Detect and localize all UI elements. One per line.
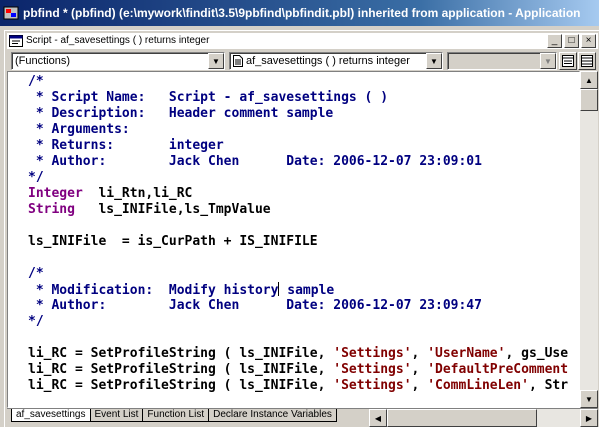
code-token: , bbox=[411, 378, 428, 393]
scroll-left-button[interactable]: ◀ bbox=[369, 409, 387, 427]
single-pane-view-button[interactable] bbox=[559, 52, 577, 70]
split-pane-view-button[interactable] bbox=[578, 52, 596, 70]
code-line: Integer li_Rtn,li_RC bbox=[28, 186, 568, 202]
tab-af-savesettings[interactable]: af_savesettings bbox=[11, 409, 91, 422]
code-token: 'UserName' bbox=[427, 346, 506, 361]
code-token: , gs_Use bbox=[505, 346, 569, 361]
chevron-down-icon[interactable]: ▼ bbox=[208, 53, 224, 69]
code-token: , bbox=[411, 346, 428, 361]
code-line: * Author: Jack Chen Date: 2006-12-07 23:… bbox=[28, 154, 568, 170]
third-dropdown[interactable]: ▼ bbox=[447, 52, 557, 70]
maximize-icon: □ bbox=[568, 34, 575, 46]
arrow-up-icon: ▲ bbox=[585, 75, 593, 85]
minimize-icon: _ bbox=[551, 34, 558, 46]
single-pane-icon bbox=[562, 55, 574, 67]
code-token: li_RC = SetProfileString ( ls_INIFile, bbox=[28, 362, 334, 377]
object-dropdown[interactable]: (Functions) ▼ bbox=[11, 52, 225, 70]
maximize-button[interactable]: □ bbox=[564, 33, 579, 48]
code-token: /* bbox=[28, 74, 44, 89]
tab-event-list[interactable]: Event List bbox=[89, 409, 144, 422]
tab-list: af_savesettings Event List Function List De… bbox=[11, 409, 337, 423]
event-dropdown[interactable]: af_savesettings ( ) returns integer ▼ bbox=[229, 52, 443, 70]
code-token: 'Settings' bbox=[333, 378, 412, 393]
code-line: String ls_INIFile,ls_TmpValue bbox=[28, 202, 568, 218]
split-pane-icon bbox=[581, 55, 593, 67]
code-token: */ bbox=[28, 314, 44, 329]
code-line: */ bbox=[28, 170, 568, 186]
minimize-button[interactable]: _ bbox=[547, 33, 562, 48]
code-line: /* bbox=[28, 74, 568, 90]
arrow-left-icon: ◀ bbox=[374, 413, 382, 423]
code-line: * Arguments: bbox=[28, 122, 568, 138]
code-token: 'Settings' bbox=[333, 362, 412, 377]
app-title: pbfind * (pbfind) (e:\mywork\findit\3.5\… bbox=[23, 6, 581, 20]
code-line: * Modification: Modify history sample bbox=[28, 282, 568, 298]
code-token: , Str bbox=[528, 378, 569, 393]
code-token: * Modification: Modify history bbox=[28, 283, 279, 298]
code-token: 'Settings' bbox=[333, 346, 412, 361]
code-text: /* * Script Name: Script - af_savesettin… bbox=[28, 74, 568, 394]
horizontal-scrollbar[interactable]: ◀ ▶ bbox=[369, 409, 598, 427]
script-toolbar: (Functions) ▼ af_savesettings ( ) return… bbox=[7, 51, 598, 71]
document-icon bbox=[233, 55, 243, 67]
chevron-down-icon[interactable]: ▼ bbox=[540, 53, 556, 69]
code-token: Integer bbox=[28, 186, 83, 201]
script-window-title: Script - af_savesettings ( ) returns int… bbox=[26, 35, 210, 46]
arrow-down-icon: ▼ bbox=[585, 394, 593, 404]
scroll-up-button[interactable]: ▲ bbox=[580, 71, 598, 89]
code-token: * Description: Header comment sample bbox=[28, 106, 334, 121]
code-token: ls_INIFile,ls_TmpValue bbox=[74, 202, 271, 217]
code-line: * Description: Header comment sample bbox=[28, 106, 568, 122]
code-token: * Author: Jack Chen Date: 2006-12-07 23:… bbox=[28, 154, 482, 169]
code-token: li_Rtn,li_RC bbox=[82, 186, 193, 201]
script-tab-strip: af_savesettings Event List Function List De… bbox=[7, 408, 598, 427]
code-token: String bbox=[28, 202, 75, 217]
scroll-right-button[interactable]: ▶ bbox=[580, 409, 598, 427]
code-token: * Script Name: Script - af_savesettings … bbox=[28, 90, 389, 105]
code-token: /* bbox=[28, 266, 44, 281]
code-line: * Author: Jack Chen Date: 2006-12-07 23:… bbox=[28, 298, 568, 314]
event-dropdown-value: af_savesettings ( ) returns integer bbox=[246, 55, 410, 67]
code-line: /* bbox=[28, 266, 568, 282]
code-token: sample bbox=[279, 283, 335, 298]
code-token: * Arguments: bbox=[28, 122, 130, 137]
code-line: li_RC = SetProfileString ( ls_INIFile, '… bbox=[28, 362, 568, 378]
script-editor[interactable]: /* * Script Name: Script - af_savesettin… bbox=[7, 71, 580, 408]
code-token: */ bbox=[28, 170, 44, 185]
code-token: , bbox=[411, 362, 428, 377]
tab-declare-instance-variables[interactable]: Declare Instance Variables bbox=[208, 409, 337, 422]
object-dropdown-value: (Functions) bbox=[15, 55, 71, 67]
horizontal-scroll-thumb[interactable] bbox=[387, 409, 537, 427]
tab-function-list[interactable]: Function List bbox=[142, 409, 210, 422]
code-line: ls_INIFile = is_CurPath + IS_INIFILE bbox=[28, 234, 568, 250]
code-token: 'DefaultPreComment bbox=[427, 362, 569, 377]
script-window: Script - af_savesettings ( ) returns int… bbox=[4, 30, 599, 427]
code-line: * Script Name: Script - af_savesettings … bbox=[28, 90, 568, 106]
close-icon: × bbox=[585, 34, 592, 46]
arrow-right-icon: ▶ bbox=[585, 413, 593, 423]
close-button[interactable]: × bbox=[581, 33, 596, 48]
vertical-scrollbar[interactable]: ▲ ▼ bbox=[580, 71, 598, 408]
app-title-bar[interactable]: pbfind * (pbfind) (e:\mywork\findit\3.5\… bbox=[0, 0, 599, 26]
chevron-down-icon[interactable]: ▼ bbox=[426, 53, 442, 69]
code-line: li_RC = SetProfileString ( ls_INIFile, '… bbox=[28, 346, 568, 362]
code-token: 'CommLineLen' bbox=[427, 378, 529, 393]
code-token: ls_INIFile = is_CurPath + IS_INIFILE bbox=[28, 234, 318, 249]
code-line: */ bbox=[28, 314, 568, 330]
script-window-icon bbox=[9, 34, 23, 47]
code-token: * Returns: integer bbox=[28, 138, 224, 153]
scroll-down-button[interactable]: ▼ bbox=[580, 390, 598, 408]
code-line: li_RC = SetProfileString ( ls_INIFile, '… bbox=[28, 378, 568, 394]
code-token: li_RC = SetProfileString ( ls_INIFile, bbox=[28, 378, 334, 393]
code-line: * Returns: integer bbox=[28, 138, 568, 154]
code-token: * Author: Jack Chen Date: 2006-12-07 23:… bbox=[28, 298, 482, 313]
code-token: li_RC = SetProfileString ( ls_INIFile, bbox=[28, 346, 334, 361]
vertical-scroll-thumb[interactable] bbox=[580, 89, 598, 111]
powerbuilder-app-icon bbox=[3, 6, 19, 20]
script-window-title-bar[interactable]: Script - af_savesettings ( ) returns int… bbox=[7, 33, 598, 49]
